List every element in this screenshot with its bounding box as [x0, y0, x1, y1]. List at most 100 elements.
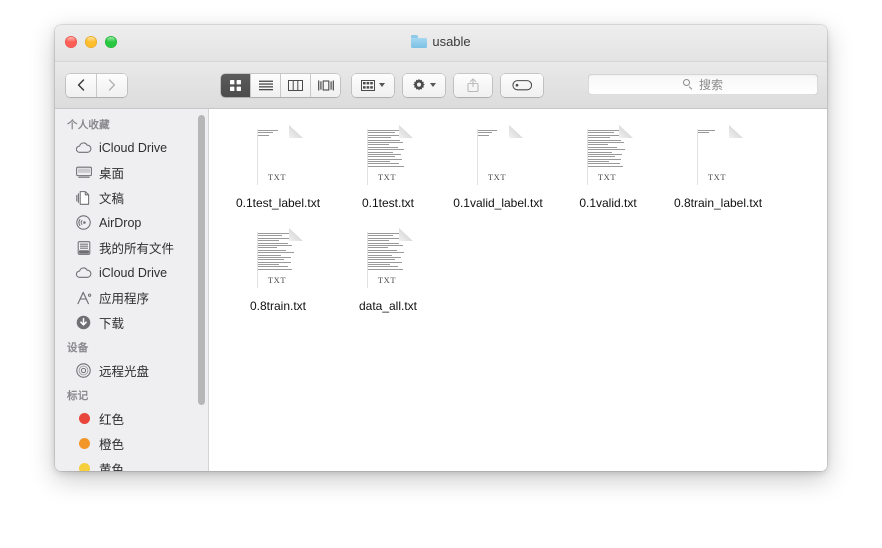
sidebar-item-label: 我的所有文件 [99, 242, 175, 256]
file-item[interactable]: TXT 0.1valid_label.txt [443, 125, 553, 210]
search-input[interactable]: 搜索 [588, 74, 818, 95]
file-type-label: TXT [597, 172, 617, 182]
folder-icon [411, 35, 428, 48]
sidebar-item-desktop[interactable]: 桌面 [55, 160, 208, 185]
file-name-label: 0.1valid_label.txt [453, 196, 543, 210]
navigation-button-group [66, 73, 127, 97]
back-button[interactable] [66, 73, 97, 97]
sidebar-item-label: AirDrop [99, 215, 142, 230]
sidebar-item-icloud-drive-2[interactable]: iCloud Drive [55, 260, 208, 285]
downloads-icon [75, 315, 92, 330]
txt-file-icon: TXT [253, 125, 303, 189]
sidebar-item-remote-disc[interactable]: 远程光盘 [55, 358, 208, 383]
sidebar-section-favorites-header: 个人收藏 [67, 119, 110, 131]
file-name-label: 0.1test.txt [361, 196, 415, 210]
tag-button-group [501, 73, 543, 97]
sidebar-item-airdrop[interactable]: AirDrop [55, 210, 208, 235]
sidebar-scroll-content: 个人收藏 iCloud Drive 桌面 文稿 AirDrop 我的所有文件 i… [55, 109, 208, 471]
search-icon [682, 79, 694, 90]
txt-file-icon: TXT [363, 125, 413, 189]
all-files-icon [75, 240, 92, 255]
sidebar-item-tag-red[interactable]: 红色 [55, 406, 208, 431]
sidebar-item-label: 桌面 [99, 167, 125, 181]
sidebar-scrollbar[interactable] [198, 115, 205, 405]
sidebar-item-label: 橙色 [99, 438, 125, 452]
file-name-label: data_all.txt [358, 299, 418, 313]
list-view-button[interactable] [251, 73, 281, 97]
file-name-label: 0.8train.txt [249, 299, 307, 313]
txt-file-icon: TXT [363, 228, 413, 292]
file-item[interactable]: TXT 0.1test_label.txt [223, 125, 333, 210]
sidebar-item-label: 下载 [99, 317, 125, 331]
tag-dot-icon [75, 461, 92, 471]
sidebar-item-icloud-drive[interactable]: iCloud Drive [55, 135, 208, 160]
share-button-group [454, 73, 492, 97]
search-field-wrapper: 搜索 [588, 74, 818, 95]
arrange-button[interactable] [352, 73, 394, 97]
window-titlebar[interactable]: usable [55, 25, 827, 62]
close-button[interactable] [65, 36, 77, 48]
page-title: usable [432, 34, 471, 49]
forward-button[interactable] [97, 73, 127, 97]
sidebar-item-label: 黄色 [99, 463, 125, 471]
file-name-label: 0.1valid.txt [579, 196, 637, 210]
sidebar-section-tags-header: 标记 [67, 390, 89, 402]
tag-dot-icon [75, 411, 92, 426]
sidebar-item-label: 文稿 [99, 192, 125, 206]
sidebar-item-label: 远程光盘 [99, 365, 150, 379]
applications-icon [75, 290, 92, 305]
txt-file-icon: TXT [583, 125, 633, 189]
file-grid: TXT 0.1test_label.txt TXT 0.1test.txt TX… [209, 109, 827, 471]
minimize-button[interactable] [85, 36, 97, 48]
sidebar-item-label: 应用程序 [99, 292, 150, 306]
toolbar: 搜索 [55, 62, 827, 109]
airdrop-icon [75, 215, 92, 230]
sidebar-item-applications[interactable]: 应用程序 [55, 285, 208, 310]
chevron-down-icon [379, 83, 385, 87]
arrange-button-group [352, 73, 394, 97]
icon-view-button[interactable] [221, 73, 251, 97]
sidebar-item-tag-yellow[interactable]: 黄色 [55, 456, 208, 471]
action-button-group [403, 73, 445, 97]
file-type-label: TXT [377, 275, 397, 285]
file-type-label: TXT [267, 172, 287, 182]
coverflow-view-button[interactable] [311, 73, 340, 97]
file-type-label: TXT [377, 172, 397, 182]
file-item[interactable]: TXT data_all.txt [333, 228, 443, 313]
maximize-button[interactable] [105, 36, 117, 48]
tag-button[interactable] [501, 73, 543, 97]
file-type-label: TXT [487, 172, 507, 182]
file-name-label: 0.8train_label.txt [673, 196, 763, 210]
file-type-label: TXT [707, 172, 727, 182]
finder-window: usable 搜索 个人收藏 iCloud Drive 桌面 文稿 AirDro… [55, 25, 827, 471]
search-placeholder: 搜索 [698, 78, 723, 92]
sidebar-item-label: iCloud Drive [99, 140, 168, 155]
file-type-label: TXT [267, 275, 287, 285]
file-item[interactable]: TXT 0.1valid.txt [553, 125, 663, 210]
window-title-group: usable [55, 34, 827, 49]
view-mode-button-group [221, 73, 340, 97]
sidebar-item-downloads[interactable]: 下载 [55, 310, 208, 335]
remote-disc-icon [75, 363, 92, 378]
txt-file-icon: TXT [253, 228, 303, 292]
sidebar-item-label: 红色 [99, 413, 125, 427]
sidebar-item-label: iCloud Drive [99, 265, 168, 280]
file-name-label: 0.1test_label.txt [235, 196, 321, 210]
sidebar-item-tag-orange[interactable]: 橙色 [55, 431, 208, 456]
txt-file-icon: TXT [693, 125, 743, 189]
cloud-icon [75, 140, 92, 155]
sidebar: 个人收藏 iCloud Drive 桌面 文稿 AirDrop 我的所有文件 i… [55, 109, 209, 471]
file-item[interactable]: TXT 0.1test.txt [333, 125, 443, 210]
chevron-down-icon [430, 83, 436, 87]
file-item[interactable]: TXT 0.8train_label.txt [663, 125, 773, 210]
desktop-icon [75, 165, 92, 180]
file-item[interactable]: TXT 0.8train.txt [223, 228, 333, 313]
sidebar-section-devices-header: 设备 [67, 342, 89, 354]
share-button[interactable] [454, 73, 492, 97]
action-button[interactable] [403, 73, 445, 97]
sidebar-item-documents[interactable]: 文稿 [55, 185, 208, 210]
documents-icon [75, 190, 92, 205]
screen: usable 搜索 个人收藏 iCloud Drive 桌面 文稿 AirDro… [0, 0, 882, 548]
sidebar-item-all-my-files[interactable]: 我的所有文件 [55, 235, 208, 260]
column-view-button[interactable] [281, 73, 311, 97]
